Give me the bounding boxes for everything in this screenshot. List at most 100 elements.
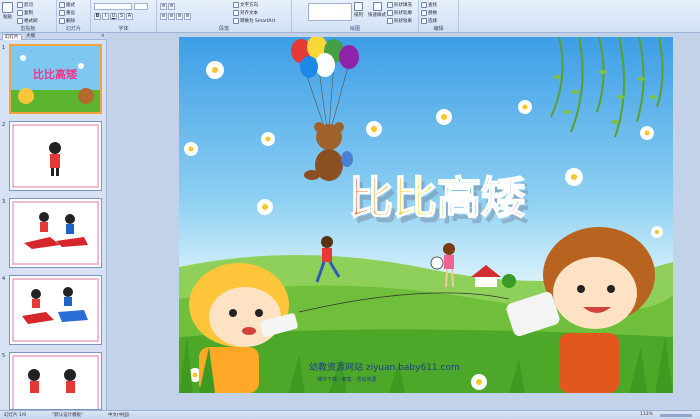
cut-button[interactable]: 剪切 [17,2,33,8]
editing-group-label: 编辑 [433,26,444,32]
slide-thumbnail-4[interactable] [9,275,102,345]
shapes-gallery[interactable] [308,3,352,21]
font-group-label: 字体 [118,26,129,32]
shape-effects-button[interactable]: 形状效果 [387,18,412,24]
justify-icon[interactable]: ≡ [184,13,191,20]
arrange-label: 排列 [354,13,363,18]
align-center-icon[interactable]: ≡ [168,13,175,20]
find-icon [421,2,427,8]
align-text-label: 对齐文本 [240,11,258,16]
font-group: B I U S A 字体 [91,0,157,33]
watermark-text: 幼教资源网站 ziyuan.baby611.com [309,361,460,373]
slides-group: 版式 重设 删除 幻灯片 [57,0,91,33]
slide-thumbnail-5[interactable] [9,352,102,410]
shape-fill-button[interactable]: 形状填充 [387,2,412,8]
paste-button[interactable]: 粘贴 [2,2,13,20]
thumb-number: 5 [2,353,6,359]
find-label: 查找 [428,3,437,8]
fill-icon [387,2,393,8]
align-text-icon [233,10,239,16]
text-direction-button[interactable]: 文字方向 [233,2,258,8]
reset-button[interactable]: 重设 [59,10,75,16]
reset-icon [59,10,65,16]
quick-styles-icon [372,2,382,11]
copy-label: 复制 [24,11,33,16]
copy-button[interactable]: 复制 [17,10,33,16]
shape-fill-label: 形状填充 [394,3,412,8]
teddy-bear [304,122,353,181]
slide-thumbnail-3[interactable] [9,198,102,268]
paragraph-group-label: 段落 [218,26,229,32]
select-icon [421,18,427,24]
bullets-icon[interactable]: ≡ [160,3,167,10]
select-label: 选择 [428,19,437,24]
slide-canvas[interactable]: 比比高矮 比比高矮 幼教资源网站 ziyuan.baby611.com 课件下载… [179,37,673,393]
align-right-icon[interactable]: ≡ [176,13,183,20]
smartart-label: 转换为 SmartArt [240,19,276,24]
font-size-box[interactable] [134,3,148,10]
thumb-4-picture [12,278,99,342]
layout-icon [59,2,65,8]
slide-thumbnail-1[interactable]: 比比高矮 [9,44,102,114]
underline-icon[interactable]: U [110,13,117,20]
bold-icon[interactable]: B [94,13,101,20]
shape-outline-label: 形状轮廓 [394,11,412,16]
arrange-button[interactable]: 排列 [354,2,363,18]
shape-outline-button[interactable]: 形状轮廓 [387,10,412,16]
close-pane-icon[interactable]: × [101,33,105,39]
status-bar: 幻灯片 1/9 "默认设计模板" 中文(中国) 112% [0,410,700,419]
font-color-icon[interactable]: A [126,13,133,20]
paste-icon [2,2,13,13]
drawing-group-label: 绘图 [349,26,360,32]
thumb-3-picture [12,201,99,265]
clipboard-group: 粘贴 剪切 复制 格式刷 剪贴板 [0,0,57,33]
zoom-slider[interactable] [660,414,692,417]
numbering-icon[interactable]: ≡ [168,3,175,10]
shadow-icon[interactable]: S [118,13,125,20]
slide-title: 比比高矮 [349,173,525,224]
scissors-icon [17,2,23,8]
align-text-button[interactable]: 对齐文本 [233,10,258,16]
delete-label: 删除 [66,19,75,24]
thumb-1-picture: 比比高矮 [11,46,100,112]
align-left-icon[interactable]: ≡ [160,13,167,20]
arrange-icon [354,2,363,11]
copy-icon [17,10,23,16]
replace-button[interactable]: 替换 [421,10,437,16]
cut-label: 剪切 [24,3,33,8]
drawing-group: 排列 快速样式 形状填充 形状轮廓 形状效果 绘图 [292,0,419,33]
italic-icon[interactable]: I [102,13,109,20]
smartart-button[interactable]: 转换为 SmartArt [233,18,275,24]
slide-thumbnail-2[interactable] [9,121,102,191]
outline-icon [387,10,393,16]
thumb-2-picture [12,124,99,188]
font-name-box[interactable] [94,3,132,10]
quick-styles-label: 快速样式 [368,13,386,18]
delete-icon [59,18,65,24]
layout-label: 版式 [66,3,75,8]
clipboard-group-label: 剪贴板 [20,26,36,32]
select-button[interactable]: 选择 [421,18,437,24]
thumb-1-title: 比比高矮 [33,67,78,81]
find-button[interactable]: 查找 [421,2,437,8]
language-indicator: 中文(中国) [108,413,130,418]
reset-label: 重设 [66,11,75,16]
smartart-icon [233,18,239,24]
theme-name: "默认设计模板" [52,413,84,418]
pane-tabs: 幻灯片 大纲 × [0,33,107,40]
slide-counter: 幻灯片 1/9 [4,413,27,418]
willow-branches [550,37,664,138]
layout-button[interactable]: 版式 [59,2,75,8]
replace-label: 替换 [428,11,437,16]
zoom-level[interactable]: 112% [640,412,653,417]
tab-outline[interactable]: 大纲 [24,34,37,40]
delete-slide-button[interactable]: 删除 [59,18,75,24]
quick-styles-button[interactable]: 快速样式 [368,2,386,18]
watermark-subtext: 课件下载 · 教案 · 活动资源 [317,376,377,383]
text-direction-label: 文字方向 [240,3,258,8]
tab-slides[interactable]: 幻灯片 [2,34,22,40]
slides-pane: 幻灯片 大纲 × 1 比比高矮 2 3 4 5 [0,33,107,410]
slides-group-label: 幻灯片 [65,26,81,32]
small-house [471,265,516,288]
format-painter-button[interactable]: 格式刷 [17,18,38,24]
